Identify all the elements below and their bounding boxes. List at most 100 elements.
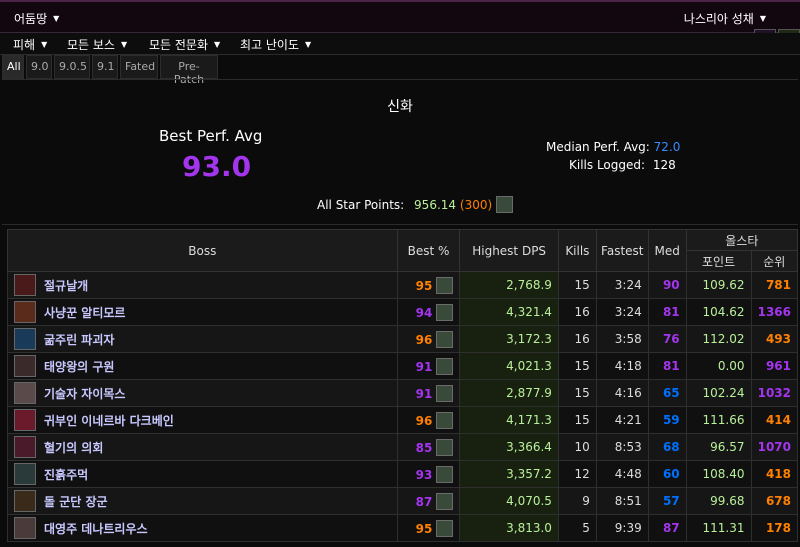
- log-link-icon[interactable]: [436, 276, 454, 294]
- log-link-icon[interactable]: [436, 438, 454, 456]
- fastest-cell: 3:24: [595, 298, 649, 326]
- allstar-header: 올스타: [685, 229, 799, 251]
- points-cell: 96.57: [685, 433, 752, 461]
- boss-cell: 기술자 자이목스: [7, 379, 398, 407]
- kills-cell: 10: [557, 433, 597, 461]
- kills-header[interactable]: Kills: [557, 229, 597, 272]
- boss-name-link[interactable]: 기술자 자이목스: [44, 385, 125, 402]
- tab-pre-patch[interactable]: Pre-Patch: [160, 55, 218, 86]
- log-link-icon[interactable]: [436, 303, 454, 321]
- boss-cell: 사냥꾼 알티모르: [7, 298, 398, 326]
- chevron-down-icon: ▼: [214, 40, 221, 49]
- median-cell: 76: [647, 325, 687, 353]
- log-link-icon[interactable]: [436, 384, 454, 402]
- best-percent-cell: 85: [396, 433, 461, 461]
- kills-value: 128: [652, 158, 676, 172]
- performance-summary: 신화 Best Perf. Avg 93.0 Median Perf. Avg:…: [2, 79, 798, 225]
- points-cell: 111.66: [685, 406, 752, 434]
- boss-name-link[interactable]: 돌 군단 장군: [44, 493, 108, 510]
- boss-cell: 귀부인 이네르바 다크베인: [7, 406, 398, 434]
- best-perf-value: 93.0: [182, 150, 252, 183]
- star-rank-value: 300: [464, 198, 488, 212]
- best-percent-cell: 94: [396, 298, 461, 326]
- kills-cell: 9: [557, 487, 597, 515]
- highest-dps-cell: 4,021.3: [459, 352, 559, 380]
- kills-cell: 15: [557, 271, 597, 299]
- fastest-cell: 3:24: [595, 271, 649, 299]
- table-row: 사냥꾼 알티모르 94 4,321.4 16 3:24 81 104.62 1366: [7, 298, 799, 326]
- points-cell: 112.02: [685, 325, 752, 353]
- boss-cell: 태양왕의 구원: [7, 352, 398, 380]
- zone-dropdown[interactable]: 나스리아 성채 ▼: [684, 10, 766, 27]
- fastest-header[interactable]: Fastest: [595, 229, 649, 272]
- boss-name-link[interactable]: 대영주 데나트리우스: [44, 520, 148, 537]
- rank-header[interactable]: 순위: [750, 250, 799, 272]
- spec-dropdown[interactable]: 모든 전문화 ▼: [149, 36, 220, 53]
- med-header[interactable]: Med: [647, 229, 687, 272]
- rank-icon[interactable]: [495, 196, 513, 213]
- log-link-icon[interactable]: [436, 330, 454, 348]
- median-cell: 81: [647, 352, 687, 380]
- tab-9-0[interactable]: 9.0: [26, 55, 52, 79]
- tab-9-1[interactable]: 9.1: [92, 55, 118, 79]
- boss-name-link[interactable]: 귀부인 이네르바 다크베인: [44, 412, 174, 429]
- best-percent-cell: 95: [396, 271, 461, 299]
- boss-header[interactable]: Boss: [7, 229, 398, 272]
- kills-cell: 12: [557, 460, 597, 488]
- median-cell: 59: [647, 406, 687, 434]
- best-perf-label: Best Perf. Avg: [159, 127, 263, 145]
- fastest-cell: 8:53: [595, 433, 649, 461]
- boss-name-link[interactable]: 사냥꾼 알티모르: [44, 304, 125, 321]
- fastest-cell: 4:18: [595, 352, 649, 380]
- best-percent-value: 95: [415, 521, 433, 536]
- boss-cell: 돌 군단 장군: [7, 487, 398, 515]
- table-row: 대영주 데나트리우스 95 3,813.0 5 9:39 87 111.31 178: [7, 514, 799, 542]
- boss-name-link[interactable]: 진흙주먹: [44, 466, 88, 483]
- top-bar: 어둠땅 ▼ 나스리아 성채 ▼: [0, 0, 800, 33]
- best-percent-cell: 91: [396, 352, 461, 380]
- best-percent-value: 93: [415, 467, 433, 482]
- boss-cell: 진흙주먹: [7, 460, 398, 488]
- boss-portrait-icon: [14, 490, 36, 512]
- all-star-points: All Star Points: 956.14 (300): [317, 196, 513, 213]
- boss-portrait-icon: [14, 517, 36, 539]
- median-cell: 68: [647, 433, 687, 461]
- expansion-dropdown[interactable]: 어둠땅 ▼: [14, 10, 59, 27]
- median-cell: 87: [647, 514, 687, 542]
- difficulty-dropdown[interactable]: 최고 난이도 ▼: [240, 36, 311, 53]
- chevron-down-icon: ▼: [53, 14, 60, 23]
- best-percent-header[interactable]: Best %: [396, 229, 461, 272]
- table-row: 태양왕의 구원 91 4,021.3 15 4:18 81 0.00 961: [7, 352, 799, 380]
- metric-dropdown[interactable]: 피해 ▼: [13, 36, 47, 53]
- highest-dps-header[interactable]: Highest DPS: [459, 229, 559, 272]
- log-link-icon[interactable]: [436, 465, 454, 483]
- boss-name-link[interactable]: 굶주린 파괴자: [44, 331, 114, 348]
- points-cell: 108.40: [685, 460, 752, 488]
- rank-cell: 781: [750, 271, 799, 299]
- fastest-cell: 4:48: [595, 460, 649, 488]
- fastest-cell: 4:21: [595, 406, 649, 434]
- points-cell: 0.00: [685, 352, 752, 380]
- boss-cell: 절규날개: [7, 271, 398, 299]
- median-perf: Median Perf. Avg: 72.0: [546, 140, 680, 154]
- log-link-icon[interactable]: [436, 519, 454, 537]
- log-link-icon[interactable]: [436, 492, 454, 510]
- highest-dps-cell: 2,877.9: [459, 379, 559, 407]
- boss-name-link[interactable]: 태양왕의 구원: [44, 358, 114, 375]
- table-row: 절규날개 95 2,768.9 15 3:24 90 109.62 781: [7, 271, 799, 299]
- rank-cell: 418: [750, 460, 799, 488]
- boss-dropdown[interactable]: 모든 보스 ▼: [67, 36, 127, 53]
- difficulty-label: 최고 난이도: [240, 38, 300, 52]
- tab-fated[interactable]: Fated: [120, 55, 158, 79]
- log-link-icon[interactable]: [436, 411, 454, 429]
- boss-name-link[interactable]: 혈기의 의회: [44, 439, 103, 456]
- log-link-icon[interactable]: [436, 357, 454, 375]
- tab-all[interactable]: All: [2, 55, 24, 79]
- tab-9-0-5[interactable]: 9.0.5: [54, 55, 90, 79]
- boss-name-link[interactable]: 절규날개: [44, 277, 88, 294]
- filter-menu-bar: 피해 ▼ 모든 보스 ▼ 모든 전문화 ▼ 최고 난이도 ▼: [0, 33, 800, 55]
- boss-portrait-icon: [14, 328, 36, 350]
- best-percent-value: 91: [415, 359, 433, 374]
- best-percent-cell: 93: [396, 460, 461, 488]
- points-header[interactable]: 포인트: [685, 250, 752, 272]
